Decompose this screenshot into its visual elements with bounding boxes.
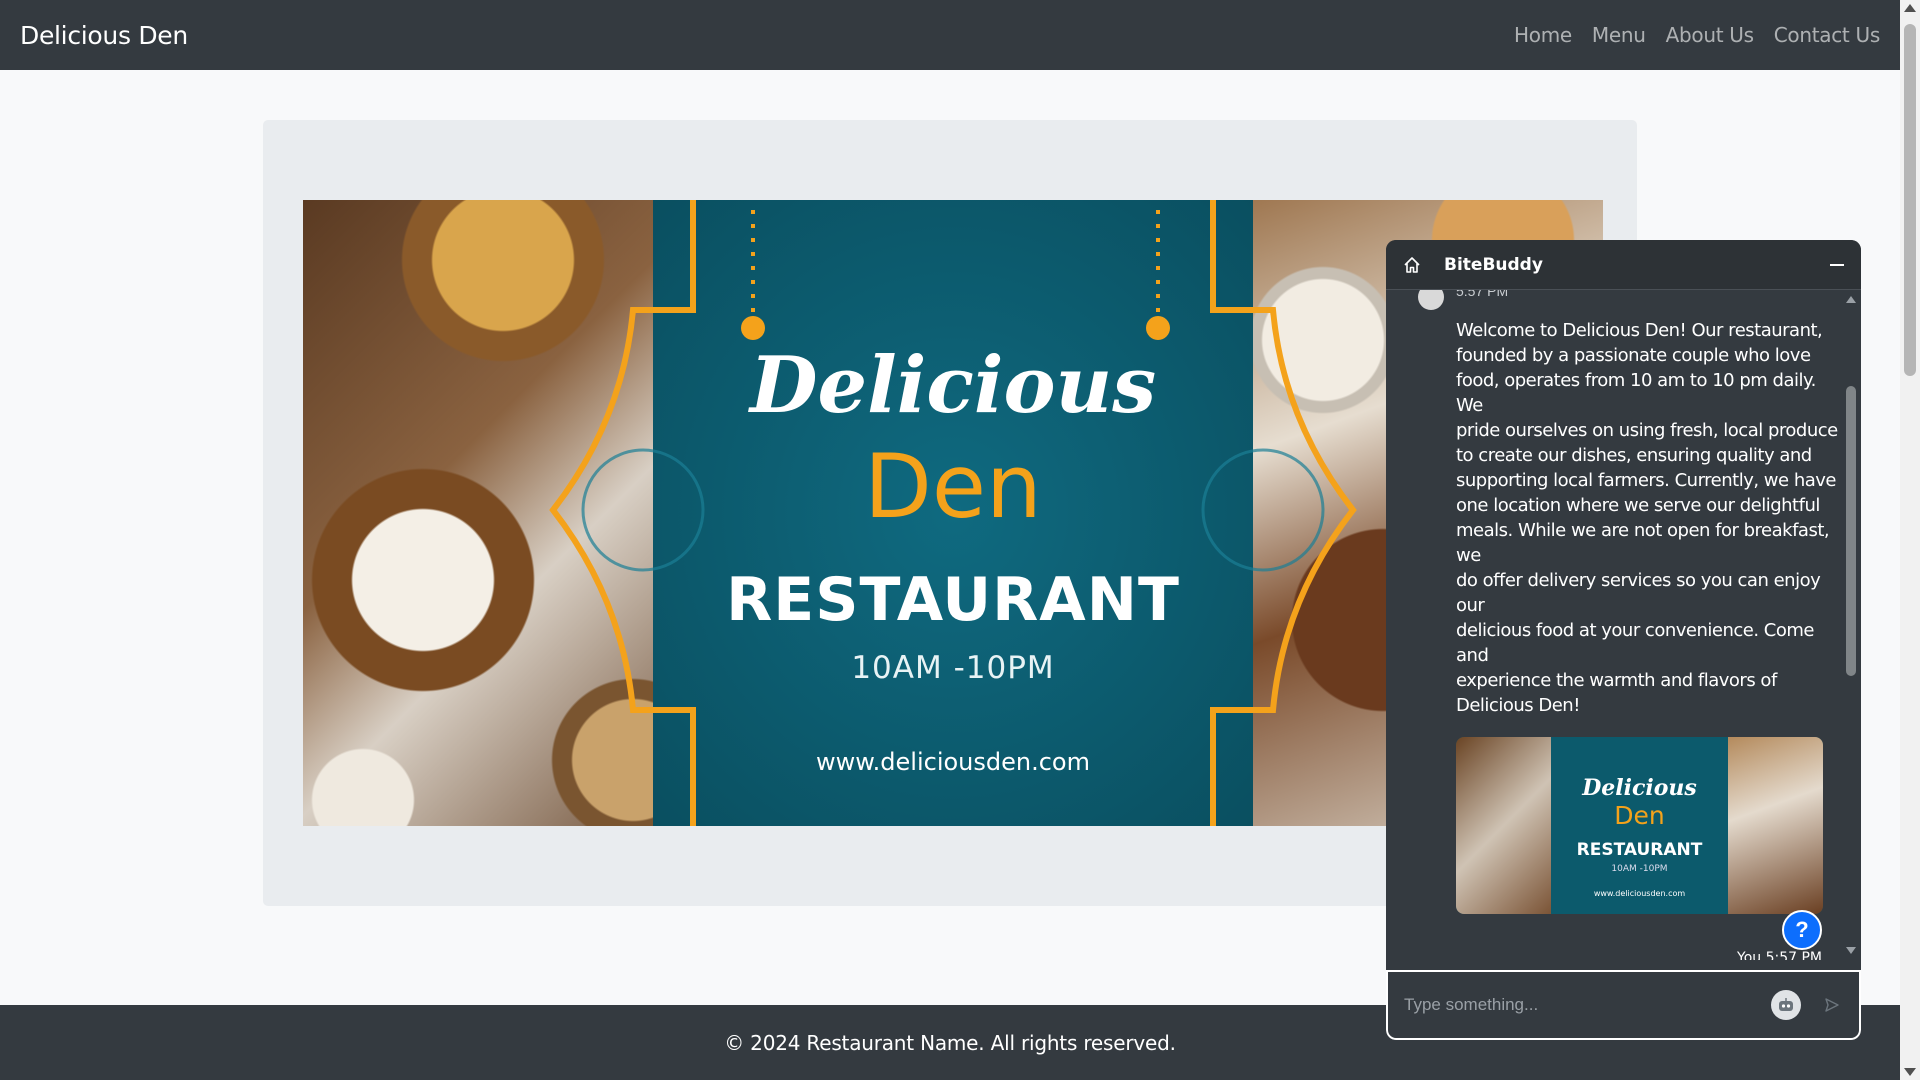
send-icon[interactable] <box>1821 994 1843 1016</box>
chat-messages[interactable]: 5:57 PM Welcome to Delicious Den! Our re… <box>1386 290 1861 960</box>
nav-link-menu[interactable]: Menu <box>1592 23 1646 47</box>
message-line: supporting local farmers. Currently, we … <box>1456 470 1837 491</box>
nav-links: Home Menu About Us Contact Us <box>1514 23 1880 47</box>
thumb-restaurant: RESTAURANT <box>1576 840 1703 860</box>
minimize-icon[interactable] <box>1829 255 1845 275</box>
message-line: founded by a passionate couple who love <box>1456 345 1811 366</box>
message-line: delicious food at your convenience. Come <box>1456 620 1814 641</box>
message-line: Welcome to Delicious Den! Our restaurant… <box>1456 320 1823 341</box>
scrollbar-down-arrow[interactable] <box>1904 1068 1916 1076</box>
chat-title: BiteBuddy <box>1444 254 1543 275</box>
message-line: experience the warmth and flavors of <box>1456 670 1777 691</box>
thumb-food-right <box>1728 737 1823 914</box>
message-line: pride ourselves on using fresh, local pr… <box>1456 420 1838 441</box>
scrollbar-up-arrow[interactable] <box>1904 4 1916 12</box>
message-line: do offer delivery services so you can en… <box>1456 570 1821 591</box>
chat-header: BiteBuddy <box>1386 240 1861 290</box>
thumb-url: www.deliciousden.com <box>1593 889 1686 898</box>
message-line: We <box>1456 395 1483 416</box>
nav-link-home[interactable]: Home <box>1514 23 1572 47</box>
footer-copyright: © 2024 Restaurant Name. All rights reser… <box>724 1030 1176 1055</box>
message-line: our <box>1456 595 1485 616</box>
message-line: Delicious Den! <box>1456 695 1580 716</box>
message-line: food, operates from 10 am to 10 pm daily… <box>1456 370 1816 391</box>
bot-message-time: 5:57 PM <box>1456 290 1509 299</box>
chat-input-bar <box>1386 970 1861 1040</box>
nav-link-contact-us[interactable]: Contact Us <box>1774 23 1881 47</box>
banner-title-delicious: Delicious <box>749 340 1157 431</box>
banner-restaurant: RESTAURANT <box>726 565 1180 635</box>
chat-message-input[interactable] <box>1404 995 1771 1015</box>
message-line: one location where we serve our delightf… <box>1456 495 1820 516</box>
chat-scroll-thumb[interactable] <box>1846 386 1856 676</box>
user-message-time: You 5:57 PM <box>1737 950 1822 960</box>
nav-link-about-us[interactable]: About Us <box>1666 23 1754 47</box>
bot-message: Welcome to Delicious Den! Our restaurant… <box>1456 318 1838 718</box>
banner-hours: 10AM -10PM <box>851 650 1055 686</box>
banner-url: www.deliciousden.com <box>815 748 1090 776</box>
page-scrollbar[interactable] <box>1900 0 1920 1080</box>
navbar: Delicious Den Home Menu About Us Contact… <box>0 0 1900 70</box>
bot-avatar-icon <box>1418 290 1444 310</box>
chat-scroll-down-arrow[interactable] <box>1846 947 1856 954</box>
banner-title-den: Den <box>864 435 1042 538</box>
message-line: meals. While we are not open for breakfa… <box>1456 520 1830 541</box>
message-line: to create our dishes, ensuring quality a… <box>1456 445 1812 466</box>
thumb-title-delicious: Delicious <box>1582 775 1697 801</box>
message-line: we <box>1456 545 1481 566</box>
robot-icon[interactable] <box>1771 990 1801 1020</box>
chat-scrollbar[interactable] <box>1844 290 1858 960</box>
home-icon[interactable] <box>1402 255 1422 275</box>
scrollbar-thumb[interactable] <box>1904 24 1916 376</box>
thumb-hours: 10AM -10PM <box>1611 864 1668 874</box>
chat-banner-thumbnail[interactable]: Delicious Den RESTAURANT 10AM -10PM www.… <box>1456 737 1823 914</box>
help-button[interactable]: ? <box>1782 910 1822 950</box>
chat-scroll-up-arrow[interactable] <box>1846 296 1856 303</box>
thumb-title-den: Den <box>1614 801 1665 830</box>
navbar-brand[interactable]: Delicious Den <box>20 21 188 50</box>
chat-widget: BiteBuddy 5:57 PM Welcome to Delicious D… <box>1386 240 1861 1040</box>
message-line: and <box>1456 645 1489 666</box>
thumb-food-left <box>1456 737 1551 914</box>
